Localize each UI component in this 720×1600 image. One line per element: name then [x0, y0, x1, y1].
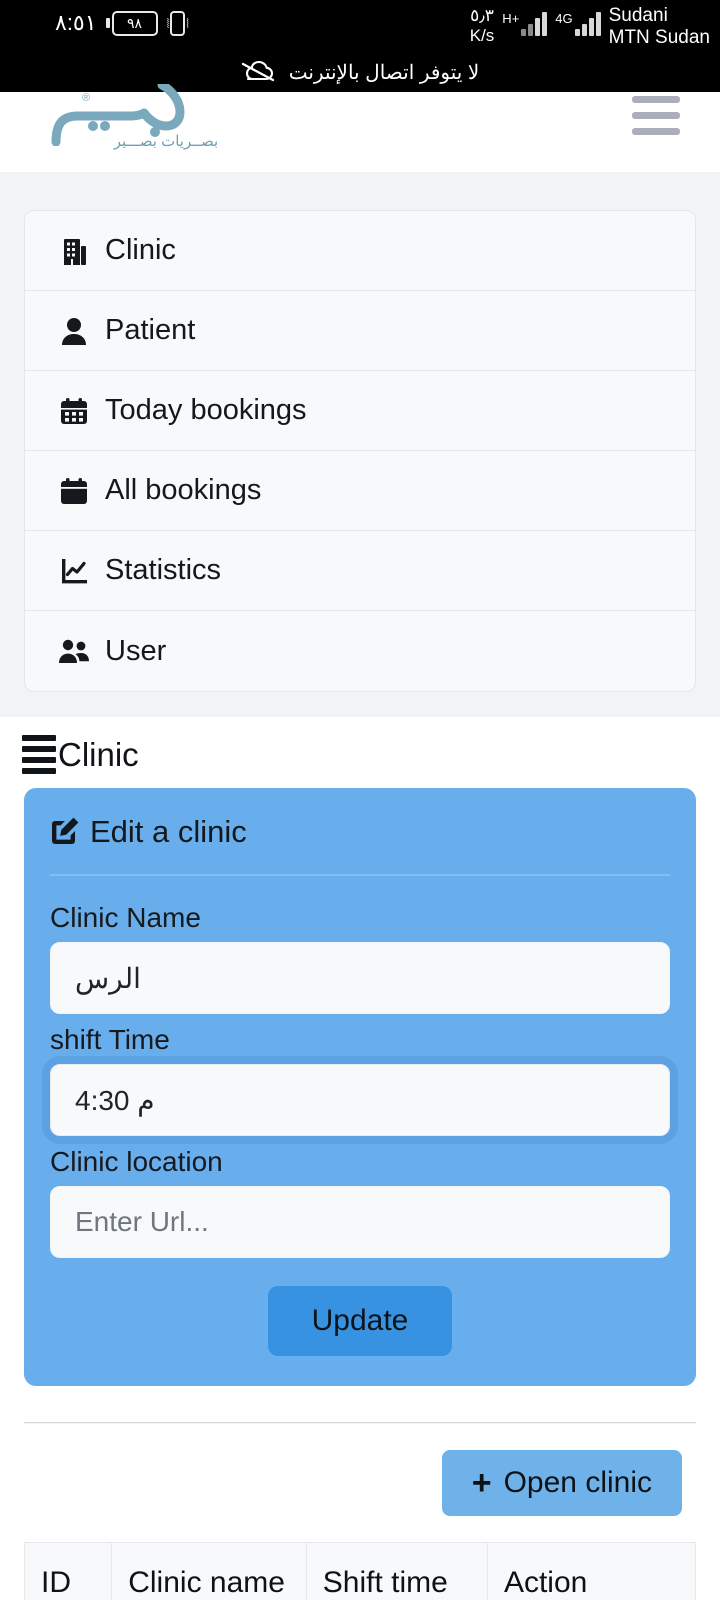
pen-to-square-icon [50, 816, 82, 848]
page-title-row: Clinic [0, 717, 720, 784]
clinic-name-input[interactable]: الرس [50, 942, 670, 1014]
registered-mark: ® [82, 92, 91, 104]
status-bar-row-primary: ٨:٥١ ٩٨ ⦚ ⦚ ٥٫٣ K/s H+ 4G Sudani MTN Sud… [0, 0, 720, 52]
sidebar-item-user[interactable]: User [25, 611, 695, 691]
data-speed-unit: K/s [469, 26, 495, 45]
sidebar-item-label: Clinic [105, 234, 176, 266]
shift-time-value: 4:30 م [75, 1084, 155, 1116]
vibrate-wave-left: ⦚ [166, 15, 170, 31]
clinics-table-head: ID Clinic name Shift time Action [23, 1542, 697, 1600]
vibrate-phone-body [170, 10, 186, 36]
sidebar-item-clinic[interactable]: Clinic [25, 211, 695, 291]
table-header-row: ID Clinic name Shift time Action [23, 1542, 697, 1600]
vibrate-icon: ⦚ ⦚ [166, 10, 189, 36]
sim1-signal-indicator: H+ [502, 4, 548, 36]
app-logo[interactable]: ® بصــريات بصـــير [38, 80, 288, 170]
sidebar-item-statistics[interactable]: Statistics [25, 531, 695, 611]
clinics-table: ID Clinic name Shift time Action [23, 1542, 697, 1600]
calendar-icon [59, 476, 89, 506]
update-button[interactable]: Update [267, 1286, 453, 1356]
column-header-action: Action [486, 1542, 697, 1600]
open-clinic-button[interactable]: + Open clinic [441, 1450, 682, 1516]
carrier-names: Sudani MTN Sudan [609, 4, 710, 49]
card-divider [50, 874, 670, 876]
column-header-clinic-name: Clinic name [111, 1542, 307, 1600]
status-bar: ٨:٥١ ٩٨ ⦚ ⦚ ٥٫٣ K/s H+ 4G Sudani MTN Sud… [0, 0, 720, 92]
edit-clinic-title-row: Edit a clinic [50, 814, 670, 850]
battery-indicator: ٩٨ [105, 10, 158, 36]
status-bar-right: ٥٫٣ K/s H+ 4G Sudani MTN Sudan [470, 4, 710, 49]
sidebar-item-patient[interactable]: Patient [25, 291, 695, 371]
data-speed-value: ٥٫٣ [470, 6, 494, 25]
clinic-name-value: الرس [75, 962, 141, 994]
status-time: ٨:٥١ [55, 10, 97, 35]
clinic-location-input[interactable]: Enter Url... [50, 1186, 670, 1258]
chart-line-icon [59, 556, 89, 586]
battery-tip-icon [105, 18, 110, 28]
column-header-id: ID [23, 1542, 113, 1600]
open-clinic-label: Open clinic [503, 1466, 652, 1499]
sidebar-item-label: User [105, 634, 167, 667]
battery-icon: ٩٨ [111, 10, 158, 36]
sim2-signal-indicator: 4G [555, 4, 601, 36]
app-header: ® بصــريات بصـــير [0, 80, 720, 172]
navigation-panel: Clinic Patient Today bookings All bookin… [0, 172, 720, 717]
nav-list-group: Clinic Patient Today bookings All bookin… [24, 210, 696, 692]
building-icon [59, 236, 89, 266]
data-speed-indicator: ٥٫٣ K/s [470, 4, 495, 46]
clinic-location-label: Clinic location [50, 1146, 223, 1177]
sim2-signal-bars-icon [574, 10, 601, 36]
sim2-network-type: 4G [555, 11, 573, 26]
sidebar-item-label: Patient [105, 314, 196, 346]
phone-screen: ٨:٥١ ٩٨ ⦚ ⦚ ٥٫٣ K/s H+ 4G Sudani MTN Sud… [0, 0, 720, 1600]
sim1-network-type: H+ [502, 11, 520, 26]
plus-icon: + [471, 1464, 492, 1502]
user-icon [59, 316, 89, 346]
battery-level-text: ٩٨ [127, 15, 143, 31]
status-bar-left: ٨:٥١ ٩٨ ⦚ ⦚ [55, 8, 189, 38]
hamburger-menu-icon[interactable] [632, 96, 680, 135]
edit-clinic-card: Edit a clinic Clinic Name الرس shift Tim… [24, 788, 696, 1386]
carrier-primary: Sudani [608, 5, 668, 26]
sidebar-item-label: Statistics [105, 554, 222, 586]
shift-time-input[interactable]: 4:30 م [50, 1064, 670, 1136]
align-justify-icon[interactable] [22, 735, 56, 774]
clinic-name-label: Clinic Name [50, 902, 201, 933]
shift-time-label: shift Time [50, 1024, 170, 1055]
open-clinic-row: + Open clinic [0, 1424, 720, 1516]
sidebar-item-all-bookings[interactable]: All bookings [25, 451, 695, 531]
logo-wordmark: بصــريات بصـــير [113, 133, 219, 150]
users-group-icon [59, 636, 89, 666]
sidebar-item-today-bookings[interactable]: Today bookings [25, 371, 695, 451]
clinics-table-wrapper: ID Clinic name Shift time Action [23, 1542, 697, 1600]
page-title: Clinic [58, 735, 139, 773]
clinic-location-placeholder: Enter Url... [75, 1206, 209, 1237]
cloud-slash-icon [241, 61, 275, 83]
update-button-row: Update [50, 1286, 670, 1356]
vibrate-wave-right: ⦚ [186, 15, 189, 31]
carrier-secondary: MTN Sudan [608, 27, 710, 48]
calendar-days-icon [59, 396, 89, 426]
column-header-shift-time: Shift time [305, 1542, 488, 1600]
sidebar-item-label: Today bookings [105, 394, 307, 426]
sim1-signal-bars-icon [521, 10, 548, 36]
main-content: Clinic Edit a clinic Clinic Name الرس sh… [0, 717, 720, 1600]
sidebar-item-label: All bookings [105, 474, 262, 506]
edit-clinic-title: Edit a clinic [90, 814, 247, 849]
no-internet-text: لا يتوفر اتصال بالإنترنت [288, 61, 480, 84]
